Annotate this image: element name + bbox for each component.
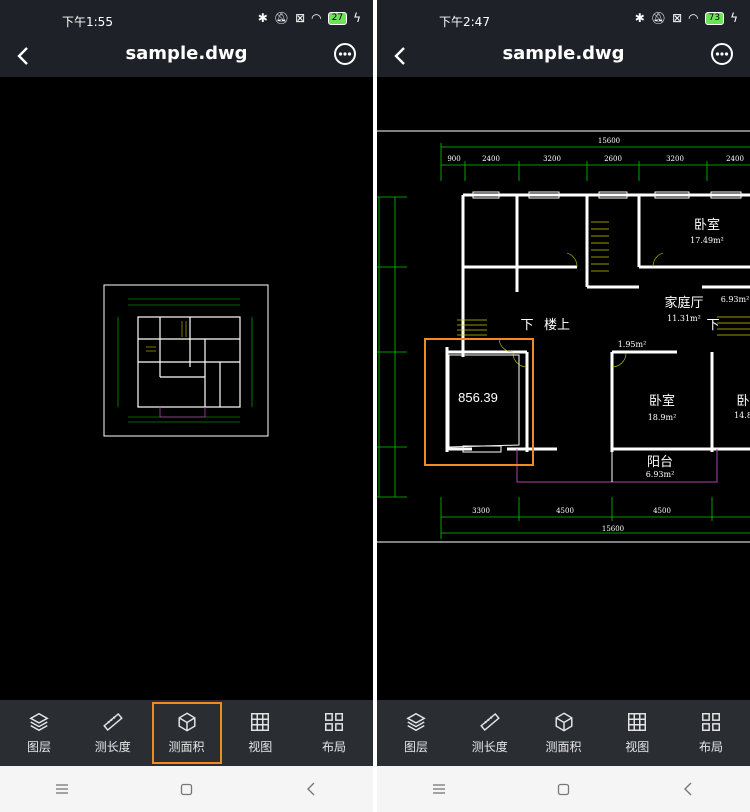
tool-measure-area[interactable]: 测面积 [151,702,222,764]
bottom-toolbar: 图层 测长度 测面积 视图 布局 [377,700,750,766]
label-balcony: 阳台 [647,455,673,470]
label-family-hall: 家庭厅 [664,295,703,311]
dim-bottom-0: 3300 [472,507,490,515]
tool-label: 测长度 [94,740,131,754]
wifi-icon: ◠ [311,11,322,25]
grid-icon [251,713,270,731]
mute-icon: 🔕︎ [273,11,290,25]
tool-label: 视图 [248,740,273,754]
wifi-icon: ◠ [688,11,699,25]
ruler-icon [102,712,123,732]
layout-icon [702,713,720,731]
label-stair-down2: 下 [706,318,719,333]
charging-icon: ϟ [730,11,738,25]
square-icon[interactable] [173,776,199,802]
status-bar: 下午2:47 ✱ 🔕︎ ⊠ ◠ 73 ϟ [377,0,750,40]
tool-measure-length[interactable]: 测长度 [455,702,525,764]
bluetooth-icon: ✱ [634,11,645,25]
status-icons: ✱ 🔕︎ ⊠ ◠ 73 ϟ [635,11,738,25]
triangle-back-icon[interactable] [675,776,701,802]
floorplan-zoomed: 15600 900 2400 3200 2600 3200 2400 3300 … [377,130,750,543]
tool-label: 图层 [26,740,51,754]
area-small: 6.93m² [721,295,750,304]
area-family-hall: 11.31m² [667,314,701,323]
file-title: sample.dwg [125,43,248,64]
sim-icon: ⊠ [672,11,683,25]
square-icon[interactable] [550,776,576,802]
layers-icon [406,712,426,732]
area-balcony: 6.93m² [646,470,675,479]
dim-bottom-2: 4500 [653,507,671,515]
layout-icon [325,713,343,731]
system-nav-bar [0,766,373,812]
tool-layers[interactable]: 图层 [4,702,74,764]
title-bar: sample.dwg [0,40,373,77]
area-bedroom2: 18.9m² [648,413,677,422]
triangle-back-icon[interactable] [298,776,324,802]
ruler-icon [479,712,500,732]
tool-view[interactable]: 视图 [225,702,295,764]
tool-label: 测面积 [545,740,582,754]
title-bar: sample.dwg [377,40,750,77]
label-stair-down1: 下 [520,318,533,333]
label-stair-up: 楼上 [544,318,570,333]
drawing-canvas[interactable] [0,77,373,700]
tool-view[interactable]: 视图 [602,702,672,764]
dim-top-0: 900 [447,155,460,163]
tool-label: 布局 [698,740,723,754]
mute-icon: 🔕︎ [650,11,667,25]
dim-bottom-total: 15600 [602,525,624,533]
status-time: 下午2:47 [439,15,490,29]
label-bedroom1: 卧室 [694,217,720,233]
label-bedroom2: 卧室 [649,393,675,409]
tool-layout[interactable]: 布局 [676,702,746,764]
area-bedroom3: 14.8 [734,411,750,420]
dim-top-3: 2600 [604,155,622,163]
status-bar: 下午1:55 ✱ 🔕︎ ⊠ ◠ 27 ϟ [0,0,373,40]
tool-measure-area[interactable]: 测面积 [529,702,599,764]
cube-icon [177,712,196,732]
battery-icon: 73 [704,11,725,25]
more-circle-icon[interactable] [333,42,357,66]
grid-icon [628,713,647,731]
measurement-value: 856.39 [458,390,498,405]
split-screens: 下午1:55 ✱ 🔕︎ ⊠ ◠ 27 ϟ sample.dwg 图层 测长度 测… [0,0,750,812]
tool-label: 图层 [403,740,428,754]
bluetooth-icon: ✱ [257,11,268,25]
label-bedroom3: 卧 [736,394,749,409]
dim-top-4: 3200 [666,155,684,163]
tool-measure-length[interactable]: 测长度 [78,702,148,764]
sim-icon: ⊠ [295,11,306,25]
tool-label: 测面积 [168,740,205,754]
battery-icon: 27 [327,11,348,25]
tool-label: 测长度 [471,740,508,754]
bottom-toolbar: 图层 测长度 测面积 视图 布局 [0,700,373,766]
cube-icon [554,712,573,732]
area-bedroom1: 17.49m² [690,236,724,245]
floorplan-thumbnail [103,284,269,437]
more-circle-icon[interactable] [710,42,734,66]
menu-icon[interactable] [49,776,75,802]
tool-label: 视图 [625,740,650,754]
screen-left: 下午1:55 ✱ 🔕︎ ⊠ ◠ 27 ϟ sample.dwg 图层 测长度 测… [0,0,373,812]
area-hall: 1.95m² [618,340,647,349]
tool-layout[interactable]: 布局 [299,702,369,764]
tool-label: 布局 [321,740,346,754]
charging-icon: ϟ [353,11,361,25]
layers-icon [29,712,49,732]
screen-right: 下午2:47 ✱ 🔕︎ ⊠ ◠ 73 ϟ sample.dwg 15600 90… [377,0,750,812]
dim-top-2: 3200 [543,155,561,163]
dim-bottom-1: 4500 [556,507,574,515]
status-icons: ✱ 🔕︎ ⊠ ◠ 27 ϟ [258,11,361,25]
dim-top-total: 15600 [598,137,620,145]
drawing-canvas[interactable]: 15600 900 2400 3200 2600 3200 2400 3300 … [377,77,750,700]
menu-icon[interactable] [426,776,452,802]
dim-top-5: 2400 [726,155,744,163]
status-time: 下午1:55 [62,15,113,29]
dim-top-1: 2400 [482,155,500,163]
tool-layers[interactable]: 图层 [381,702,451,764]
file-title: sample.dwg [502,43,625,64]
system-nav-bar [377,766,750,812]
